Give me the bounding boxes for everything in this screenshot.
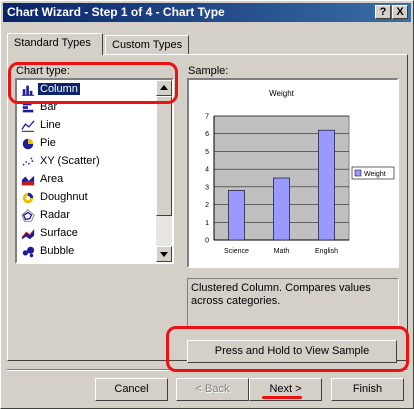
cancel-button[interactable]: Cancel xyxy=(95,378,168,401)
bubble-chart-icon xyxy=(22,246,35,258)
line-chart-icon xyxy=(21,120,35,132)
sample-preview: Weight 0 1 2 3 4 5 6 7 Science Math English Weight xyxy=(187,78,399,268)
chart-type-item-surface[interactable]: Surface xyxy=(17,225,157,243)
bar xyxy=(273,177,290,241)
area-chart-icon xyxy=(21,175,35,186)
chart-type-label: Chart type: xyxy=(16,65,70,77)
y-tick-label: 7 xyxy=(205,114,209,121)
sample-label: Sample: xyxy=(188,65,229,77)
y-tick-label: 3 xyxy=(205,184,209,191)
chart-type-item-radar[interactable]: Radar xyxy=(17,207,157,225)
arrow-up-icon xyxy=(160,85,168,90)
help-button[interactable]: ? xyxy=(375,5,391,19)
scroll-thumb[interactable] xyxy=(156,96,172,216)
list-scrollbar[interactable] xyxy=(156,80,172,262)
press-and-hold-button[interactable]: Press and Hold to View Sample xyxy=(187,340,397,363)
column-chart-icon xyxy=(21,85,35,96)
title-bar: Chart Wizard - Step 1 of 4 - Chart Type … xyxy=(3,3,411,22)
chart-type-item-label: Line xyxy=(40,119,61,131)
chart-type-item-label: Column xyxy=(38,83,80,95)
doughnut-chart-icon xyxy=(22,192,34,204)
sample-chart: Weight 0 1 2 3 4 5 6 7 Science Math English Weight xyxy=(205,89,395,255)
chart-type-item-column[interactable]: Column xyxy=(17,81,157,99)
x-tick-label: English xyxy=(315,248,338,255)
annotation-underline-next xyxy=(262,396,302,399)
y-tick-label: 6 xyxy=(205,131,209,138)
chart-type-item-label: Surface xyxy=(40,227,78,239)
chart-type-item-area[interactable]: Area xyxy=(17,171,157,189)
chart-type-item-line[interactable]: Line xyxy=(17,117,157,135)
x-tick-label: Math xyxy=(274,248,290,255)
chart-type-item-label: Bar xyxy=(40,101,58,113)
x-tick-label: Science xyxy=(224,248,249,255)
radar-chart-icon xyxy=(21,209,35,222)
close-button[interactable]: X xyxy=(392,5,408,19)
arrow-down-icon xyxy=(160,252,168,257)
chart-description: Clustered Column. Compares values across… xyxy=(187,278,399,328)
finish-button[interactable]: Finish xyxy=(331,378,404,401)
chart-type-item-label: XY (Scatter) xyxy=(40,155,100,167)
legend-swatch xyxy=(354,169,362,177)
chart-type-item-bar[interactable]: Bar xyxy=(17,99,157,117)
chart-type-item-label: Doughnut xyxy=(40,191,88,203)
chart-title: Weight xyxy=(269,89,295,98)
back-button[interactable]: < Back xyxy=(176,378,249,401)
chart-type-item-label: Pie xyxy=(40,137,56,149)
chart-type-item-doughnut[interactable]: Doughnut xyxy=(17,189,157,207)
surface-chart-icon xyxy=(21,229,35,240)
chart-type-item-bubble[interactable]: Bubble xyxy=(17,243,157,261)
y-tick-label: 2 xyxy=(205,202,209,209)
bar-chart-icon xyxy=(22,102,34,113)
bar xyxy=(318,129,335,241)
tab-custom-types[interactable]: Custom Types xyxy=(105,35,189,55)
chart-type-item-pie[interactable]: Pie xyxy=(17,135,157,153)
chart-wizard-dialog: Chart Wizard - Step 1 of 4 - Chart Type … xyxy=(0,0,414,409)
chart-type-item-label: Bubble xyxy=(40,245,75,257)
scatter-chart-icon xyxy=(22,157,34,166)
chart-type-item-xy-scatter[interactable]: XY (Scatter) xyxy=(17,153,157,171)
scroll-up-button[interactable] xyxy=(156,80,172,96)
y-tick-label: 1 xyxy=(205,220,209,227)
window-title: Chart Wizard - Step 1 of 4 - Chart Type xyxy=(7,5,225,19)
chart-type-item-label: Radar xyxy=(40,209,70,221)
chart-type-list[interactable]: Column Bar Line Pie XY (Scatter) Area Doughnut… xyxy=(15,78,174,264)
separator xyxy=(7,369,408,371)
y-tick-label: 5 xyxy=(205,149,209,156)
chart-type-item-label: Area xyxy=(40,173,64,185)
tab-standard-types[interactable]: Standard Types xyxy=(7,33,103,55)
scroll-down-button[interactable] xyxy=(156,246,172,262)
y-tick-label: 0 xyxy=(205,238,209,245)
pie-chart-icon xyxy=(22,138,34,150)
y-tick-label: 4 xyxy=(205,167,209,174)
legend-label: Weight xyxy=(364,171,386,178)
bar xyxy=(228,190,245,241)
